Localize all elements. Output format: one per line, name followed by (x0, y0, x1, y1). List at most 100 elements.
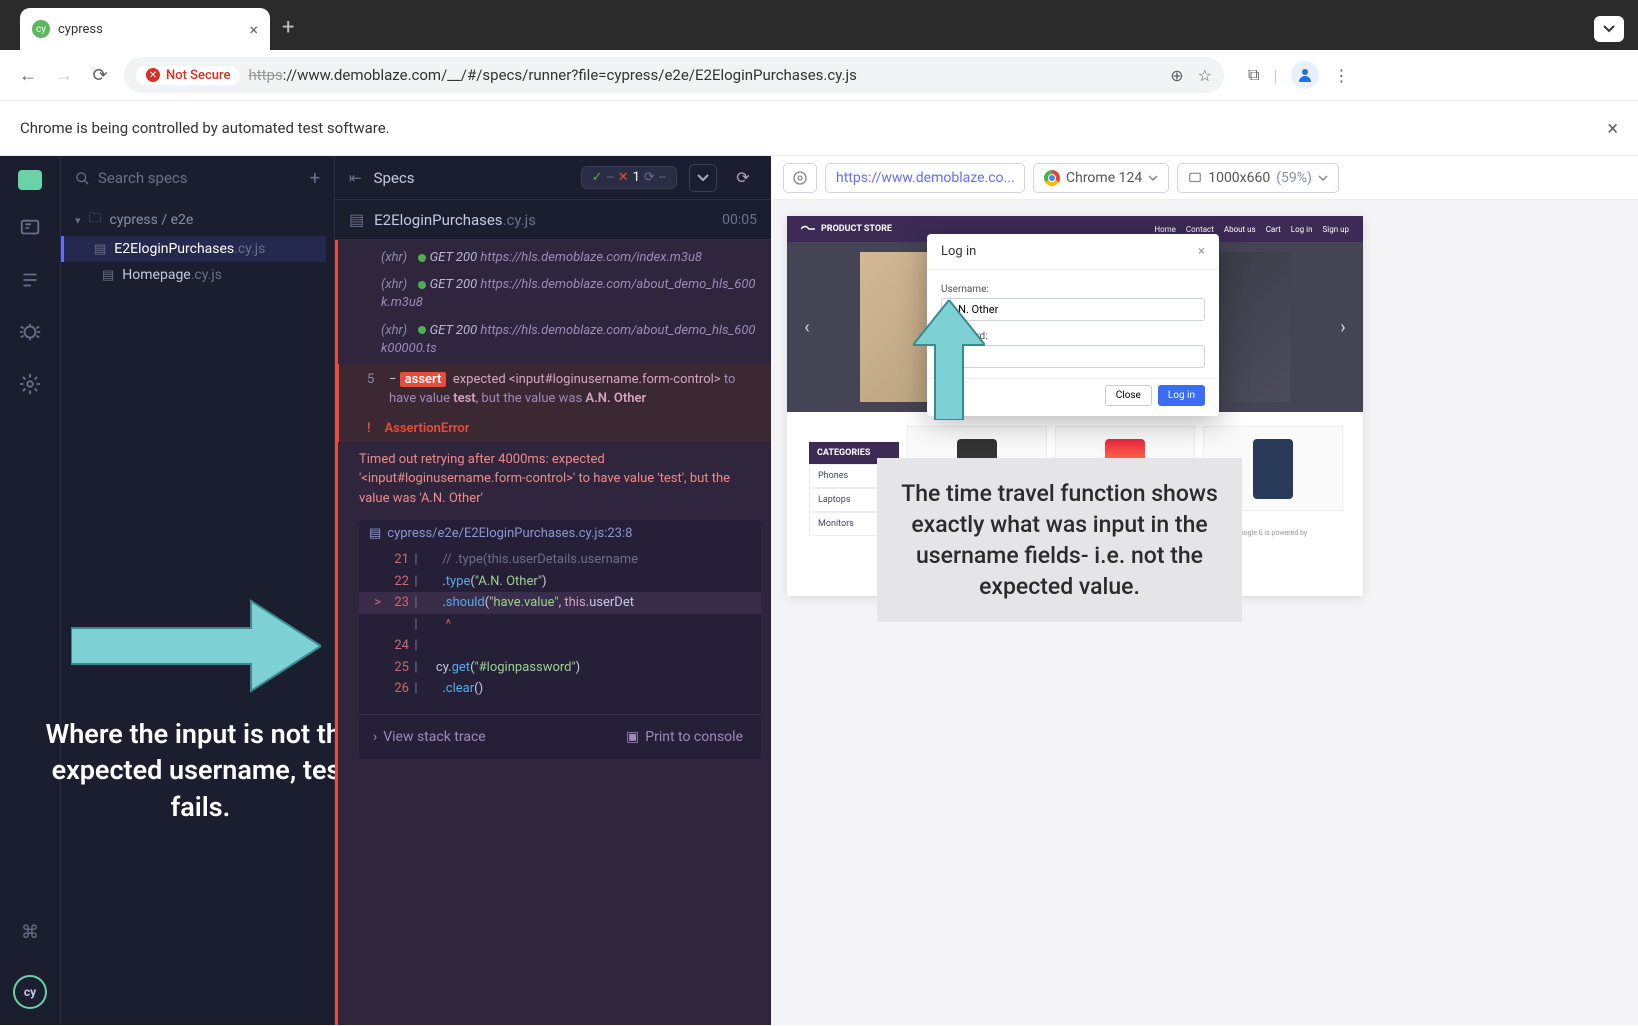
url-field[interactable]: ✕ Not Secure https://www.demoblaze.com/_… (124, 57, 1224, 93)
close-icon[interactable]: × (249, 20, 258, 39)
code-frame: ▤ cypress/e2e/E2EloginPurchases.cy.js:23… (359, 520, 761, 759)
modal-close-button[interactable]: Close (1105, 385, 1152, 406)
viewport-icon (1188, 171, 1202, 185)
folder-name: cypress / e2e (110, 212, 194, 228)
file-icon: ▤ (94, 242, 106, 257)
security-pill[interactable]: ✕ Not Secure (136, 66, 240, 85)
specs-nav-icon[interactable] (18, 170, 42, 190)
pending-count: -- (659, 170, 666, 185)
new-spec-button[interactable]: + (310, 168, 320, 189)
fail-icon: ✕ (618, 170, 629, 185)
xhr-log-row[interactable]: (xhr) GET 200 https://hls.demoblaze.com/… (345, 246, 771, 273)
divider: | (1273, 66, 1277, 85)
nav-link[interactable]: Contact (1186, 225, 1214, 234)
target-icon (792, 170, 808, 186)
reload-button[interactable]: ⟳ (88, 63, 112, 87)
spec-file-row[interactable]: ▤ Homepage.cy.js (69, 262, 326, 288)
folder-icon: 🗀 (89, 209, 102, 231)
browser-select[interactable]: Chrome 124 (1033, 163, 1169, 193)
carousel-next-icon[interactable]: › (1331, 315, 1355, 339)
xhr-log-row[interactable]: (xhr) GET 200 https://hls.demoblaze.com/… (345, 319, 771, 364)
status-dot-icon (418, 254, 426, 262)
annotation-caption-left: Where the input is not the expected user… (33, 716, 368, 825)
nav-link[interactable]: Sign up (1323, 225, 1350, 234)
error-message: Timed out retrying after 4000ms: expecte… (345, 442, 771, 517)
folder-row[interactable]: ▾ 🗀 cypress / e2e (69, 204, 326, 236)
search-placeholder: Search specs (98, 169, 188, 187)
browser-tab[interactable]: cy cypress × (20, 8, 270, 50)
assert-log-row[interactable]: 5 − assert expected <input#loginusername… (335, 364, 771, 415)
zoom-icon[interactable]: ⊕ (1170, 66, 1183, 85)
modal-close-icon[interactable]: × (1198, 244, 1205, 259)
back-button[interactable]: ← (16, 63, 40, 87)
search-input[interactable]: Search specs (75, 169, 300, 187)
view-stack-trace-link[interactable]: › View stack trace (373, 729, 486, 745)
selector-playground-button[interactable] (783, 163, 817, 193)
terminal-icon: ▣ (626, 729, 639, 745)
preview-url-field[interactable]: https://www.demoblaze.co... (825, 163, 1025, 193)
viewport-select[interactable]: 1000x660 (59%) (1177, 163, 1339, 193)
collapse-icon[interactable]: ⇤ (349, 169, 362, 187)
nav-link[interactable]: Home (1154, 225, 1176, 234)
error-log-row[interactable]: ! AssertionError (335, 415, 771, 442)
username-label: Username: (941, 284, 1205, 295)
url-text: https://www.demoblaze.com/__/#/specs/run… (248, 66, 856, 84)
menu-icon[interactable]: ⋮ (1333, 66, 1349, 85)
logo-icon (801, 224, 815, 234)
spec-title-bar: ▤ E2EloginPurchases.cy.js 00:05 (335, 200, 771, 240)
keyboard-icon[interactable]: ⌘ (21, 922, 39, 943)
carousel-prev-icon[interactable]: ‹ (795, 315, 819, 339)
specs-tab[interactable]: Specs (374, 169, 415, 187)
assert-pill: assert (400, 372, 447, 387)
tab-bar: cy cypress × + (0, 0, 1638, 50)
phone-image-icon (1253, 439, 1293, 499)
site-logo[interactable]: PRODUCT STORE (801, 224, 892, 234)
running-spec-ext: .cy.js (503, 211, 536, 229)
browser-chrome: cy cypress × + ← → ⟳ ✕ Not Secure https:… (0, 0, 1638, 100)
icon-rail: ⌘ cy (0, 156, 60, 1025)
nav-link[interactable]: Cart (1266, 225, 1281, 234)
chevron-down-icon (1603, 25, 1615, 33)
print-console-link[interactable]: ▣ Print to console (626, 729, 743, 745)
status-dot-icon (418, 326, 426, 334)
nav-link[interactable]: About us (1224, 225, 1256, 234)
spec-file-name: E2EloginPurchases (114, 241, 234, 257)
profile-avatar[interactable] (1291, 61, 1319, 89)
bug-nav-icon[interactable] (16, 318, 44, 346)
modal-login-button[interactable]: Log in (1158, 385, 1205, 406)
star-icon[interactable]: ☆ (1198, 66, 1212, 85)
close-icon[interactable]: × (1607, 116, 1618, 140)
spec-file-row[interactable]: ▤ E2EloginPurchases.cy.js (61, 236, 326, 262)
command-log: (xhr) GET 200 https://hls.demoblaze.com/… (335, 240, 771, 1025)
annotation-arrow-up-icon (913, 300, 985, 420)
cypress-logo-icon[interactable]: cy (13, 975, 47, 1009)
preview-toolbar: https://www.demoblaze.co... Chrome 124 1… (771, 156, 1638, 200)
chevron-down-icon[interactable] (689, 164, 717, 192)
runner-panel: ⇤ Specs ✓ -- ✕ 1 ⟳ -- ⟳ ▤ E2EloginPurcha… (335, 156, 771, 1025)
chevron-down-icon (1318, 175, 1328, 181)
annotation-caption-right: The time travel function shows exactly w… (877, 458, 1242, 622)
new-tab-button[interactable]: + (282, 15, 294, 40)
xhr-log-row[interactable]: (xhr) GET 200 https://hls.demoblaze.com/… (345, 273, 771, 318)
spec-duration: 00:05 (722, 212, 757, 228)
spec-file-name: Homepage (122, 267, 190, 283)
reload-button[interactable]: ⟳ (729, 164, 757, 192)
settings-nav-icon[interactable] (16, 370, 44, 398)
frame-path[interactable]: ▤ cypress/e2e/E2EloginPurchases.cy.js:23… (359, 520, 761, 547)
spec-tree-panel: Search specs + ▾ 🗀 cypress / e2e ▤ E2Elo… (60, 156, 335, 1025)
cypress-favicon-icon: cy (32, 20, 50, 38)
file-icon: ▤ (102, 268, 114, 283)
person-icon (1297, 67, 1313, 83)
extensions-icon[interactable]: ⧉ (1248, 65, 1259, 85)
runs-nav-icon[interactable] (16, 214, 44, 242)
status-dot-icon (418, 281, 426, 289)
info-bar-text: Chrome is being controlled by automated … (20, 119, 390, 137)
modal-title: Log in (941, 244, 976, 259)
cypress-app: ⌘ cy Search specs + ▾ 🗀 cypress / e2e ▤ … (0, 156, 1638, 1025)
debug-nav-icon[interactable] (16, 266, 44, 294)
all-tabs-button[interactable] (1594, 16, 1624, 42)
profile-icons: ⧉ | ⋮ (1248, 61, 1349, 89)
pass-count: -- (607, 170, 614, 185)
running-spec-name: E2EloginPurchases (374, 211, 502, 229)
nav-link[interactable]: Log in (1291, 225, 1313, 234)
